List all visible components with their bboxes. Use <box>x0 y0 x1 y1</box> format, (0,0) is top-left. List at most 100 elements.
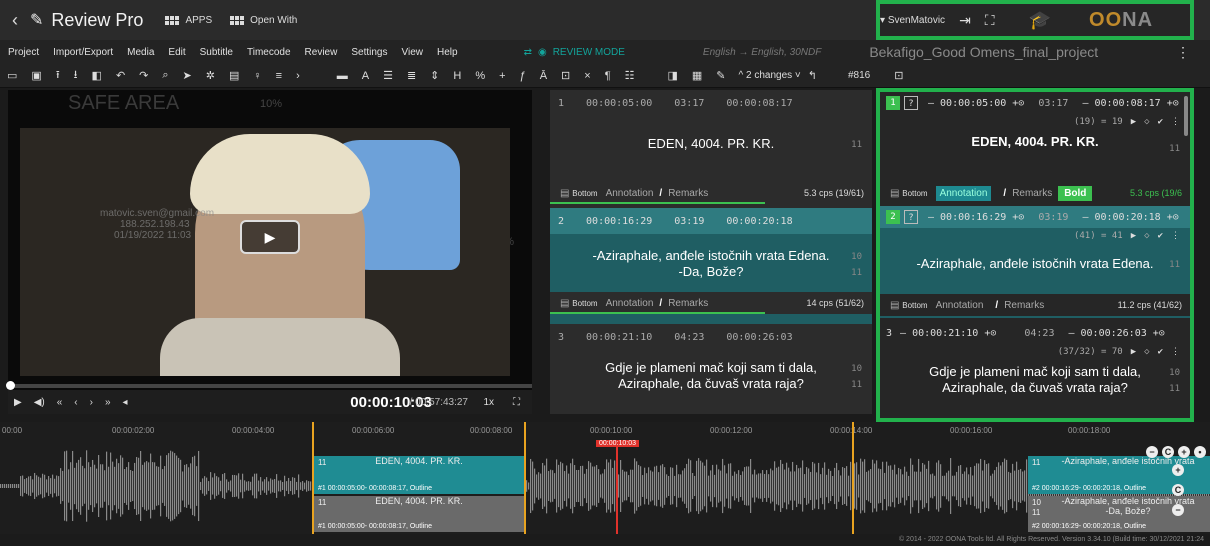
user-menu[interactable]: ▾ SvenMatovic <box>880 15 945 26</box>
logout-icon[interactable]: ⇥ <box>959 12 971 29</box>
chevron-right-icon[interactable]: › <box>296 70 300 82</box>
undo-icon[interactable]: ↶ <box>116 69 125 82</box>
segment-boundary[interactable] <box>852 422 854 534</box>
fullscreen-icon[interactable]: ⛶ <box>513 397 520 408</box>
redo-icon[interactable]: ↷ <box>139 69 148 82</box>
tc-in-editor[interactable]: — 00:00:16:29 +⊙ <box>928 212 1024 223</box>
remarks-link[interactable]: Remarks <box>668 298 708 309</box>
help-badge[interactable]: ? <box>904 96 918 110</box>
add-icon[interactable]: + <box>1172 464 1184 476</box>
play-icon[interactable]: ▶ <box>1131 347 1136 357</box>
frame-icon[interactable]: ⊡ <box>894 69 903 82</box>
timeline-segment-original[interactable]: 10 11 -Aziraphale, anđele istočnih vrata… <box>1028 496 1210 532</box>
sort-icon[interactable]: ⇕ <box>430 69 439 82</box>
review-text[interactable]: EDEN, 4004. PR. KR. <box>880 130 1190 154</box>
zoom-in-icon[interactable]: + <box>1178 446 1190 458</box>
save-icon[interactable]: ▣ <box>31 69 41 82</box>
subtitle-card-active[interactable]: 2 00:00:16:29 03:19 00:00:20:18 -Aziraphale… <box>550 208 872 324</box>
annotation-link[interactable]: Annotation <box>936 300 984 311</box>
reload-icon[interactable]: C <box>1172 484 1184 496</box>
refresh-icon[interactable]: C <box>1162 446 1174 458</box>
search-icon[interactable]: ⌕ <box>162 69 168 82</box>
remarks-link[interactable]: Remarks <box>1004 300 1044 311</box>
split-icon[interactable]: H <box>453 70 461 82</box>
review-card[interactable]: 3 — 00:00:21:10 +⊙ 04:23 — 00:00:26:03 +… <box>880 318 1190 418</box>
subtitle-text-line-2[interactable]: Aziraphale, da čuvaš vrata raja? <box>550 376 872 392</box>
annotation-link[interactable]: Annotation <box>606 188 654 199</box>
copy-icon[interactable]: ◧ <box>92 69 102 82</box>
back-button[interactable]: ‹ <box>0 10 30 31</box>
bar-icon[interactable]: ▬ <box>337 70 348 82</box>
volume-icon[interactable]: ◀) <box>34 397 45 408</box>
upload-icon[interactable]: ⭱ <box>56 66 60 85</box>
tc-in-editor[interactable]: — 00:00:05:00 +⊙ <box>928 98 1024 109</box>
menu-review[interactable]: Review <box>305 47 338 58</box>
reply-icon[interactable]: ↰ <box>808 69 817 82</box>
changes-dropdown[interactable]: ^ 2 changes ˅ <box>739 70 801 81</box>
percent-icon[interactable]: % <box>475 70 485 82</box>
review-text-line-1[interactable]: Gdje je plameni mač koji sam ti dala, <box>880 360 1190 380</box>
tc-in-editor[interactable]: — 00:00:21:10 +⊙ <box>900 328 996 339</box>
fullscreen-icon[interactable]: ⛶ <box>985 12 995 29</box>
annotation-link[interactable]: Annotation <box>935 185 992 201</box>
help-badge[interactable]: ? <box>904 210 918 224</box>
subtitle-text-line-1[interactable]: -Aziraphale, anđele istočnih vrata Edena… <box>550 248 872 264</box>
plus-icon[interactable]: + <box>499 70 505 82</box>
menu-settings[interactable]: Settings <box>351 47 387 58</box>
tag-icon[interactable]: ◇ <box>1144 117 1149 127</box>
download-icon[interactable]: ⭳ <box>74 66 78 85</box>
video-player[interactable]: SAFE AREA 10% 10% 10% 10% matovic.sven@g… <box>8 90 532 390</box>
close-icon[interactable]: × <box>584 70 590 82</box>
step-back-icon[interactable]: ‹ <box>74 397 77 408</box>
zoom-out-icon[interactable]: − <box>1146 446 1158 458</box>
subtitle-text[interactable]: EDEN, 4004. PR. KR. <box>550 136 872 152</box>
bold-tag[interactable]: Bold <box>1058 185 1093 201</box>
remove-icon[interactable]: − <box>1172 504 1184 516</box>
settings-icon[interactable]: • <box>1194 446 1206 458</box>
apps-button[interactable]: APPS <box>165 15 212 26</box>
more-icon[interactable]: ⋮ <box>1171 231 1180 241</box>
review-mode-toggle[interactable]: ⇄ ◉ REVIEW MODE <box>524 47 625 58</box>
menu-edit[interactable]: Edit <box>168 47 185 58</box>
play-icon[interactable]: ▶ <box>1131 117 1136 127</box>
play-icon[interactable]: ▶ <box>14 397 22 408</box>
gear-icon[interactable]: ✲ <box>206 69 215 82</box>
more-menu-icon[interactable]: ⋮ <box>1176 44 1190 61</box>
menu-subtitle[interactable]: Subtitle <box>200 47 233 58</box>
seek-handle[interactable] <box>6 381 15 390</box>
menu-media[interactable]: Media <box>127 47 154 58</box>
keyboard-icon[interactable]: ▤ <box>229 69 239 82</box>
annotation-link[interactable]: Annotation <box>606 298 654 309</box>
rewind-icon[interactable]: « <box>57 397 63 408</box>
remarks-link[interactable]: Remarks <box>668 188 708 199</box>
seek-bar[interactable] <box>6 381 532 390</box>
tc-out-editor[interactable]: — 00:00:08:17 +⊙ <box>1082 98 1178 109</box>
step-forward-icon[interactable]: › <box>90 397 93 408</box>
review-card-active[interactable]: 2 ? — 00:00:16:29 +⊙ 03:19 — 00:00:20:18… <box>880 206 1190 318</box>
align-left-icon[interactable]: ≣ <box>407 69 416 82</box>
tag-icon[interactable]: ◇ <box>1144 347 1149 357</box>
grid-list-icon[interactable]: ▦ <box>692 69 702 82</box>
play-overlay-button[interactable]: ▶ <box>240 220 300 254</box>
review-text[interactable]: -Aziraphale, anđele istočnih vrata Edena… <box>880 252 1190 276</box>
tag-icon[interactable]: ◇ <box>1144 231 1149 241</box>
check-icon[interactable]: ✔ <box>1158 231 1163 241</box>
menu-help[interactable]: Help <box>437 47 458 58</box>
pencil-icon[interactable]: ✎ <box>716 69 725 82</box>
check-icon[interactable]: ✔ <box>1158 117 1163 127</box>
tc-out-editor[interactable]: — 00:00:26:03 +⊙ <box>1068 328 1164 339</box>
review-text-line-2[interactable]: Aziraphale, da čuvaš vrata raja? <box>880 380 1190 400</box>
more-icon[interactable]: ⋮ <box>1171 347 1180 357</box>
menu-view[interactable]: View <box>401 47 423 58</box>
translate-icon[interactable]: Ā <box>540 70 547 82</box>
playhead[interactable] <box>616 440 618 534</box>
list-icon[interactable]: ≡ <box>276 70 282 82</box>
subtitle-text-line-1[interactable]: Gdje je plameni mač koji sam ti dala, <box>550 360 872 376</box>
format-icon[interactable]: ☷ <box>625 69 635 82</box>
fast-forward-icon[interactable]: » <box>105 397 111 408</box>
menu-import-export[interactable]: Import/Export <box>53 47 113 58</box>
remarks-link[interactable]: Remarks <box>1012 188 1052 199</box>
align-justify-icon[interactable]: ☰ <box>383 69 393 82</box>
timeline[interactable]: 00:00 00:00:02:00 00:00:04:00 00:00:06:0… <box>0 422 1210 534</box>
subtitle-card[interactable]: 3 00:00:21:10 04:23 00:00:26:03 Gdje je pla… <box>550 324 872 414</box>
